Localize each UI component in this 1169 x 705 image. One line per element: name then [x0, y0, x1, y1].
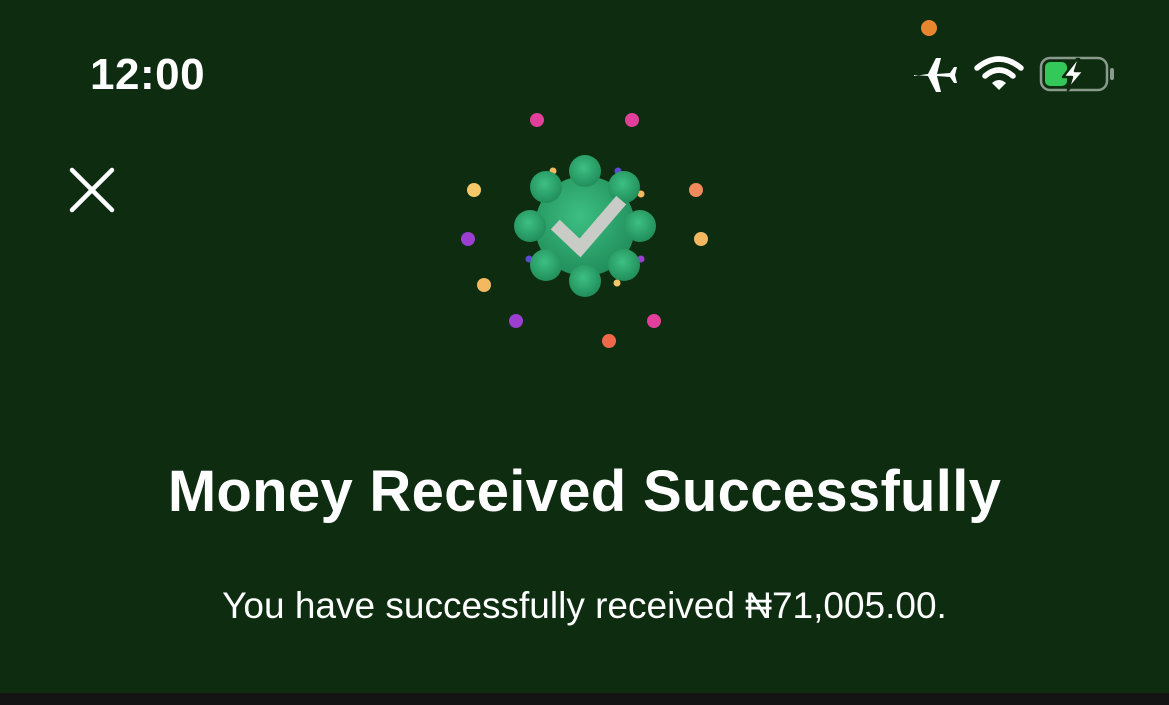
close-button[interactable]	[66, 164, 118, 216]
bottom-edge	[0, 693, 1169, 705]
check-badge-icon	[514, 155, 656, 297]
battery-charging-icon	[1039, 56, 1114, 92]
airplane-icon	[914, 58, 957, 92]
close-icon	[69, 167, 115, 213]
success-screen: 12:00 Money Received Successfully You ha…	[0, 0, 1169, 693]
privacy-indicator-dot	[921, 20, 937, 36]
success-title: Money Received Successfully	[167, 459, 1002, 524]
status-time: 12:00	[90, 50, 206, 99]
success-message: You have successfully received ₦71,005.0…	[222, 585, 947, 626]
wifi-icon	[974, 56, 1024, 90]
success-badge-graphic	[461, 113, 708, 348]
